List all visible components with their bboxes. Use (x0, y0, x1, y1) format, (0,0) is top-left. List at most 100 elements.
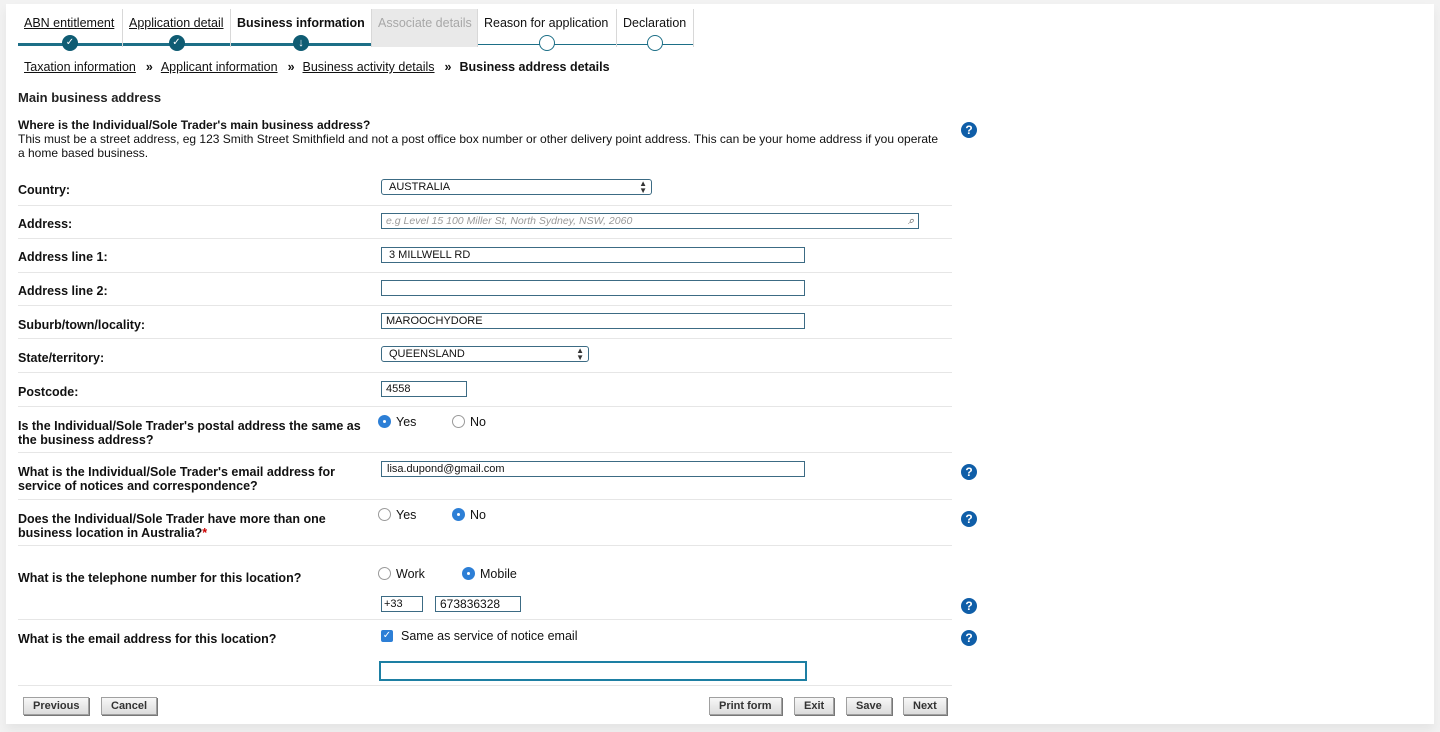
phone-mobile-radio[interactable]: Mobile (462, 567, 517, 581)
radio-label: No (470, 415, 486, 429)
postal-same-yes-radio[interactable]: Yes (378, 415, 416, 429)
tab-label: Associate details (378, 16, 472, 30)
tab-application-detail[interactable]: Application detail ✓ (123, 9, 231, 51)
help-icon[interactable]: ? (961, 598, 977, 614)
address-line1-label: Address line 1: (18, 250, 108, 264)
radio-unselected-icon (378, 567, 391, 580)
suburb-label: Suburb/town/locality: (18, 318, 146, 332)
tab-declaration[interactable]: Declaration (617, 9, 694, 51)
same-as-notice-email-label: Same as service of notice email (401, 629, 578, 643)
state-select[interactable]: QUEENSLAND ▲ ▼ (381, 346, 589, 362)
radio-label: Yes (396, 508, 417, 522)
suburb-input[interactable]: MAROOCHYDORE (381, 313, 805, 329)
more-locations-label-text: Does the Individual/Sole Trader have mor… (18, 512, 326, 540)
address-line2-input[interactable] (381, 280, 805, 296)
more-locations-no-radio[interactable]: No (452, 508, 486, 522)
same-as-notice-email-checkbox[interactable]: ✓ (381, 630, 393, 642)
location-email-row: What is the email address for this locat… (18, 620, 952, 686)
intro-help-text: This must be a street address, eg 123 Sm… (18, 132, 939, 160)
country-row: Country: AUSTRALIA ▲ ▼ (18, 172, 952, 206)
radio-label: Work (396, 567, 425, 581)
address-line1-input[interactable]: 3 MILLWELL RD (381, 247, 805, 263)
search-icon[interactable]: ⌕ (908, 214, 914, 228)
required-mark: * (202, 526, 208, 540)
cancel-button[interactable]: Cancel (101, 697, 158, 715)
postal-same-no-radio[interactable]: No (452, 415, 486, 429)
suburb-row: Suburb/town/locality: MAROOCHYDORE (18, 306, 952, 339)
address-row: Address: e.g Level 15 100 Miller St, Nor… (18, 206, 952, 239)
postcode-label: Postcode: (18, 385, 79, 399)
step-circle-icon (539, 35, 555, 51)
more-locations-yes-radio[interactable]: Yes (378, 508, 416, 522)
next-button[interactable]: Next (903, 697, 947, 715)
country-select[interactable]: AUSTRALIA ▲ ▼ (381, 179, 652, 195)
help-icon[interactable]: ? (961, 630, 977, 646)
check-icon: ✓ (62, 35, 78, 51)
breadcrumb-applicant-information[interactable]: Applicant information (161, 60, 278, 74)
select-arrows-icon: ▲ ▼ (639, 179, 647, 195)
tab-reason-for-application[interactable]: Reason for application (478, 9, 617, 51)
tab-business-information[interactable]: Business information ↓ (231, 9, 372, 51)
country-value: AUSTRALIA (389, 181, 451, 193)
state-row: State/territory: QUEENSLAND ▲ ▼ (18, 339, 952, 373)
print-form-button[interactable]: Print form (709, 697, 782, 715)
radio-label: No (470, 508, 486, 522)
radio-selected-icon (378, 415, 391, 428)
country-label: Country: (18, 183, 71, 197)
check-icon: ✓ (168, 35, 185, 51)
phone-number-input[interactable]: 673836328 (435, 596, 521, 612)
save-button[interactable]: Save (846, 697, 892, 715)
tab-associate-details: Associate details (372, 9, 478, 47)
radio-selected-icon (462, 567, 475, 580)
help-icon[interactable]: ? (961, 511, 977, 527)
postal-same-label: Is the Individual/Sole Trader's postal a… (18, 419, 361, 447)
help-icon[interactable]: ? (961, 464, 977, 480)
address-label: Address: (18, 217, 73, 231)
phone-label: What is the telephone number for this lo… (18, 571, 302, 585)
state-label: State/territory: (18, 351, 105, 365)
breadcrumb-business-activity-details[interactable]: Business activity details (303, 60, 435, 74)
phone-work-radio[interactable]: Work (378, 567, 425, 581)
down-arrow-icon: ↓ (293, 35, 309, 51)
email-row: What is the Individual/Sole Trader's ema… (18, 453, 952, 500)
help-icon[interactable]: ? (961, 122, 977, 138)
radio-unselected-icon (452, 415, 465, 428)
breadcrumb-separator: » (287, 60, 295, 74)
application-page: ABN entitlement ✓ Application detail ✓ B… (6, 4, 1434, 724)
intro: Where is the Individual/Sole Trader's ma… (18, 118, 948, 160)
breadcrumb: Taxation information » Applicant informati… (24, 60, 610, 74)
breadcrumb-taxation-information[interactable]: Taxation information (24, 60, 136, 74)
location-email-label: What is the email address for this locat… (18, 632, 277, 646)
breadcrumb-current: Business address details (459, 60, 610, 74)
address-placeholder: e.g Level 15 100 Miller St, North Sydney… (386, 215, 633, 227)
address-search-input[interactable]: e.g Level 15 100 Miller St, North Sydney… (381, 213, 919, 229)
tab-label: Reason for application (484, 16, 609, 30)
postal-same-row: Is the Individual/Sole Trader's postal a… (18, 407, 952, 453)
email-label: What is the Individual/Sole Trader's ema… (18, 465, 335, 493)
previous-button[interactable]: Previous (23, 697, 90, 715)
tab-abn-entitlement[interactable]: ABN entitlement ✓ (18, 9, 123, 51)
progress-tabs: ABN entitlement ✓ Application detail ✓ B… (18, 9, 694, 51)
tab-label: Declaration (623, 16, 687, 30)
step-circle-icon (647, 35, 663, 51)
exit-button[interactable]: Exit (794, 697, 835, 715)
radio-unselected-icon (378, 508, 391, 521)
intro-question: Where is the Individual/Sole Trader's ma… (18, 118, 371, 132)
radio-label: Mobile (480, 567, 517, 581)
location-email-input[interactable] (379, 661, 807, 681)
more-locations-label: Does the Individual/Sole Trader have mor… (18, 512, 338, 540)
section-title: Main business address (18, 90, 162, 105)
phone-country-code-input[interactable]: +33 (381, 596, 423, 612)
postcode-input[interactable]: 4558 (381, 381, 467, 397)
address-line1-row: Address line 1: 3 MILLWELL RD (18, 239, 952, 273)
radio-selected-icon (452, 508, 465, 521)
email-input[interactable]: lisa.dupond@gmail.com (381, 461, 805, 477)
tab-label: Application detail (129, 16, 224, 30)
breadcrumb-separator: » (145, 60, 153, 74)
address-line2-label: Address line 2: (18, 284, 108, 298)
breadcrumb-separator: » (444, 60, 452, 74)
select-arrows-icon: ▲ ▼ (576, 346, 584, 362)
tab-label: ABN entitlement (24, 16, 115, 30)
radio-label: Yes (396, 415, 417, 429)
more-locations-row: Does the Individual/Sole Trader have mor… (18, 500, 952, 546)
